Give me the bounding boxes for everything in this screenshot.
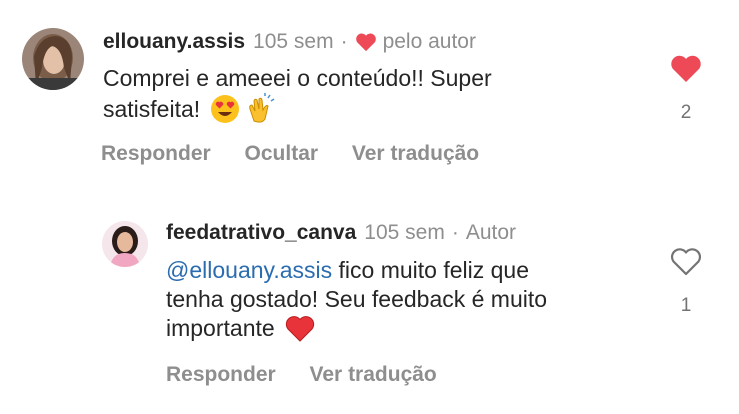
username[interactable]: feedatrativo_canva: [166, 221, 356, 245]
avatar[interactable]: [102, 221, 148, 267]
comment-text-line: satisfeita!: [103, 95, 201, 122]
clapping-hands-emoji: [244, 93, 276, 125]
like-button[interactable]: [670, 54, 702, 84]
translate-button[interactable]: Ver tradução: [310, 363, 437, 386]
author-badge: Autor: [465, 221, 517, 244]
separator: ·: [340, 30, 348, 53]
comment-actions: Responder Ver tradução: [166, 363, 465, 387]
like-button[interactable]: [670, 247, 702, 277]
separator: ·: [451, 221, 459, 244]
timestamp: 105 sem: [253, 30, 334, 53]
username[interactable]: ellouany.assis: [103, 30, 245, 54]
comment-text-line: tenha gostado! Seu feedback é muito: [166, 286, 548, 312]
comment-text: @ellouany.assis fico muito feliz que ten…: [166, 256, 646, 343]
avatar[interactable]: [22, 28, 84, 90]
comment-text: Comprei e ameeei o conteúdo!! Super sati…: [103, 64, 623, 125]
liked-by-author-label: pelo autor: [382, 30, 476, 53]
red-heart-emoji: [285, 315, 315, 343]
like-count: 2: [680, 102, 692, 123]
comment-text-line: Comprei e ameeei o conteúdo!! Super: [103, 65, 492, 91]
translate-button[interactable]: Ver tradução: [352, 142, 479, 165]
timestamp: 105 sem: [364, 221, 445, 244]
comment-header: feedatrativo_canva 105 sem · Autor: [166, 221, 516, 245]
heart-icon: [355, 32, 377, 52]
comment-text-line: importante: [166, 315, 275, 341]
comment-header: ellouany.assis 105 sem · pelo autor: [103, 30, 476, 54]
heart-eyes-emoji: [210, 94, 240, 124]
hide-button[interactable]: Ocultar: [245, 142, 319, 165]
reply-button[interactable]: Responder: [101, 142, 211, 165]
like-count: 1: [680, 295, 692, 316]
comment-text-line: fico muito feliz que: [332, 257, 530, 283]
comment-actions: Responder Ocultar Ver tradução: [101, 142, 507, 166]
mention-link[interactable]: @ellouany.assis: [166, 257, 332, 283]
reply-button[interactable]: Responder: [166, 363, 276, 386]
